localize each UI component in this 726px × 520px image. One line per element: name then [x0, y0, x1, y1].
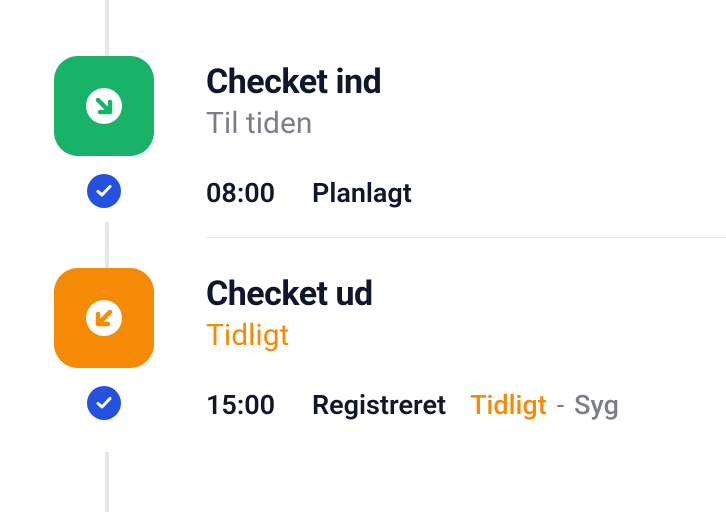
- item-title: Checket ind: [206, 62, 726, 102]
- timeline-item: Checket ind Til tiden 08:00 Planlagt: [48, 0, 726, 209]
- item-tag-early: Tidligt: [470, 389, 547, 421]
- badge-column: [54, 56, 154, 208]
- item-status-label: Registreret: [312, 389, 446, 421]
- timeline: Checket ind Til tiden 08:00 Planlagt: [0, 0, 726, 421]
- item-status-label: Planlagt: [312, 177, 412, 209]
- item-subtitle: Tidligt: [206, 318, 726, 353]
- item-detail-row: 08:00 Planlagt: [206, 177, 726, 209]
- item-tag-reason: Syg: [574, 389, 619, 421]
- item-tag-sep: -: [557, 389, 564, 421]
- badge-column: [54, 268, 154, 420]
- item-time: 08:00: [206, 177, 288, 209]
- item-detail-row: 15:00 Registreret Tidligt - Syg: [206, 389, 726, 421]
- timeline-item: Checket ud Tidligt 15:00 Registreret Tid…: [48, 238, 726, 421]
- item-subtitle: Til tiden: [206, 106, 726, 141]
- check-badge: [87, 174, 121, 208]
- item-title: Checket ud: [206, 274, 726, 314]
- check-icon: [95, 182, 113, 200]
- item-content: Checket ind Til tiden 08:00 Planlagt: [206, 56, 726, 209]
- arrow-down-right-circle-icon: [80, 82, 128, 130]
- checkout-badge: [54, 268, 154, 368]
- checkin-badge: [54, 56, 154, 156]
- check-icon: [95, 394, 113, 412]
- item-time: 15:00: [206, 389, 288, 421]
- check-badge: [87, 386, 121, 420]
- item-content: Checket ud Tidligt 15:00 Registreret Tid…: [206, 268, 726, 421]
- timeline-line: [105, 452, 109, 512]
- arrow-down-left-circle-icon: [80, 294, 128, 342]
